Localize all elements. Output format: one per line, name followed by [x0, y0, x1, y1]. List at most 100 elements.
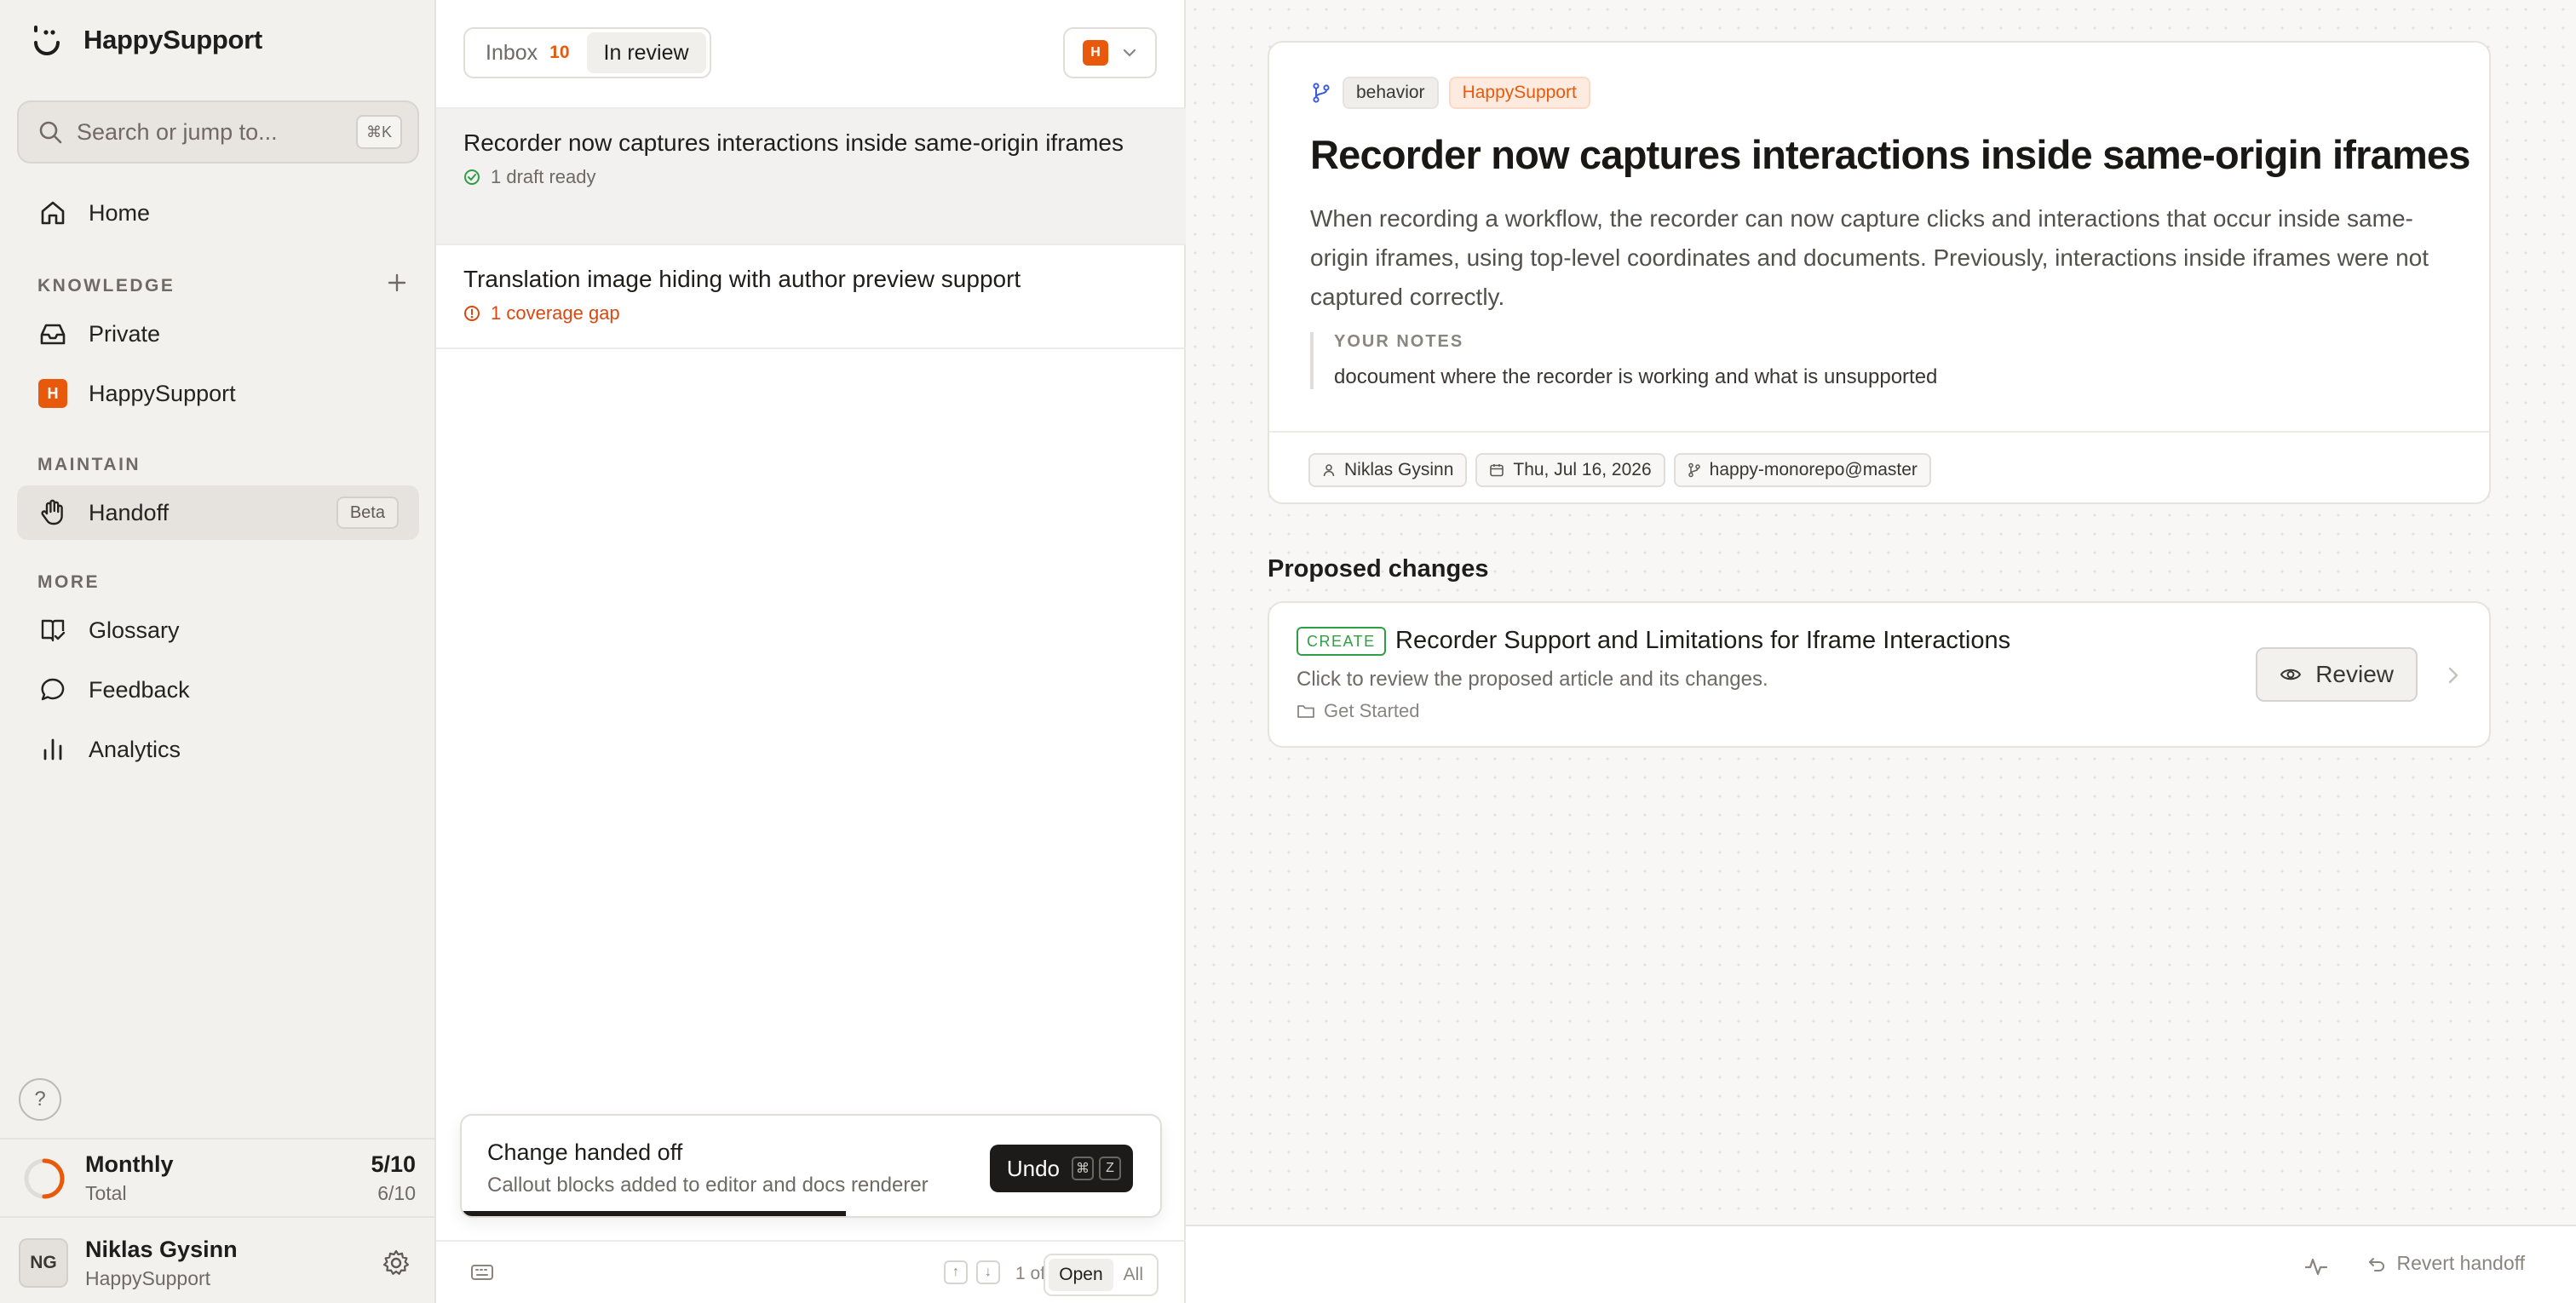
- list-item-title: Recorder now captures interactions insid…: [463, 129, 1124, 156]
- usage-title: Monthly: [85, 1151, 174, 1177]
- section-label-maintain: MAINTAIN: [37, 455, 141, 474]
- sidebar-item-glossary[interactable]: Glossary: [17, 603, 419, 657]
- sidebar-item-private[interactable]: Private: [17, 307, 419, 361]
- handoff-toast: Change handed off Callout blocks added t…: [460, 1114, 1162, 1218]
- sidebar-item-label: Home: [89, 199, 151, 226]
- git-branch-icon: [1688, 462, 1700, 478]
- detail-pane: behavior HappySupport Recorder now captu…: [1186, 0, 2576, 1303]
- detail-footer: Revert handoff: [1186, 1225, 2576, 1303]
- sidebar-item-label: Glossary: [89, 617, 180, 643]
- home-icon: [37, 198, 68, 228]
- usage-subtitle: Total: [85, 1182, 127, 1204]
- list-item-status: 1 draft ready: [491, 166, 596, 187]
- proposed-change-card[interactable]: CREATE Recorder Support and Limitations …: [1268, 601, 2491, 748]
- page-title: Recorder now captures interactions insid…: [1310, 132, 2470, 177]
- search-placeholder: Search or jump to...: [77, 118, 278, 145]
- section-label-knowledge: KNOWLEDGE: [37, 276, 175, 296]
- gear-icon[interactable]: [382, 1248, 411, 1277]
- scope-all[interactable]: All: [1113, 1259, 1153, 1291]
- folder-name: Get Started: [1324, 700, 1420, 721]
- bar-chart-icon: [37, 734, 68, 765]
- chevron-down-icon: [1123, 49, 1136, 57]
- list-tabs: Inbox 10 In review: [463, 27, 711, 78]
- handoff-list: Inbox 10 In review H Recorder now captur…: [436, 0, 1186, 1303]
- author-name: Niklas Gysinn: [1344, 460, 1454, 479]
- beta-badge: Beta: [336, 497, 399, 529]
- alert-circle-icon: [464, 306, 480, 321]
- space-filter-dropdown[interactable]: H: [1063, 27, 1157, 78]
- undo-button[interactable]: Undo ⌘ Z: [989, 1145, 1133, 1192]
- toast-timer-bar: [462, 1211, 846, 1216]
- list-item-title: Translation image hiding with author pre…: [463, 266, 1021, 292]
- sidebar-item-label: Feedback: [89, 676, 190, 703]
- help-button[interactable]: ?: [19, 1078, 61, 1121]
- inbox-tray-icon: [37, 319, 68, 349]
- tab-inbox[interactable]: Inbox 10: [469, 32, 587, 73]
- activity-icon[interactable]: [2303, 1254, 2329, 1279]
- section-label-more: MORE: [37, 572, 100, 592]
- user-name: Niklas Gysinn: [85, 1237, 238, 1262]
- sidebar-item-feedback[interactable]: Feedback: [17, 663, 419, 717]
- previous-item-button[interactable]: ↑: [944, 1260, 968, 1284]
- list-footer: ↑ ↓ 1 of 2 Open All: [436, 1240, 1186, 1303]
- sidebar-item-analytics[interactable]: Analytics: [17, 722, 419, 777]
- keyboard-icon[interactable]: [470, 1262, 494, 1283]
- next-item-button[interactable]: ↓: [976, 1260, 1000, 1284]
- handoff-description: When recording a workflow, the recorder …: [1310, 205, 2429, 310]
- list-item-status: 1 coverage gap: [491, 302, 620, 324]
- sidebar-item-handoff[interactable]: Handoff Beta: [17, 485, 419, 540]
- search-shortcut: ⌘K: [355, 115, 402, 149]
- usage-value: 5/10: [371, 1151, 416, 1177]
- author-chip: Niklas Gysinn: [1308, 453, 1468, 487]
- tag-list: behavior HappySupport: [1310, 77, 1590, 109]
- usage-meter[interactable]: Monthly Total 5/10 6/10: [0, 1138, 436, 1216]
- divider: [1269, 431, 2489, 433]
- sidebar-item-home[interactable]: Home: [17, 186, 419, 240]
- revert-label: Revert handoff: [2396, 1252, 2525, 1274]
- change-title: Recorder Support and Limitations for Ifr…: [1395, 627, 2011, 654]
- scope-toggle: Open All: [1044, 1254, 1159, 1296]
- date-text: Thu, Jul 16, 2026: [1513, 460, 1652, 479]
- smile-logo-icon: [34, 26, 60, 55]
- list-item[interactable]: Recorder now captures interactions insid…: [436, 109, 1186, 245]
- tab-label: Inbox: [486, 40, 538, 65]
- sidebar-item-label: Handoff: [89, 499, 170, 525]
- toast-subtitle: Callout blocks added to editor and docs …: [487, 1174, 929, 1197]
- sidebar: HappySupport Search or jump to... ⌘K Hom…: [0, 0, 436, 1303]
- review-button[interactable]: Review: [2256, 647, 2418, 702]
- tab-in-review[interactable]: In review: [586, 32, 706, 73]
- usage-ring-icon: [24, 1158, 65, 1199]
- sidebar-item-label: Analytics: [89, 736, 181, 762]
- change-path: Get Started: [1297, 700, 1420, 722]
- list-item[interactable]: Translation image hiding with author pre…: [436, 245, 1186, 349]
- change-subtitle: Click to review the proposed article and…: [1297, 668, 1768, 691]
- chevron-right-icon[interactable]: [2443, 663, 2464, 688]
- check-circle-icon: [464, 169, 480, 185]
- shortcut-key: ⌘: [1072, 1157, 1094, 1180]
- book-check-icon: [37, 615, 68, 646]
- toast-timer-track: [462, 1211, 1160, 1216]
- user-icon: [1323, 464, 1335, 477]
- plus-icon[interactable]: [385, 271, 409, 295]
- branch-chip: happy-monorepo@master: [1673, 453, 1931, 487]
- undo-arrow-icon: [2368, 1257, 2384, 1271]
- h-badge-icon: H: [1083, 40, 1108, 66]
- hand-icon: [37, 497, 68, 528]
- calendar-icon: [1490, 464, 1504, 477]
- scope-open[interactable]: Open: [1049, 1259, 1113, 1291]
- user-profile[interactable]: NG Niklas Gysinn HappySupport: [0, 1216, 436, 1303]
- review-label: Review: [2315, 661, 2394, 687]
- sidebar-item-label: Private: [89, 320, 161, 347]
- avatar: NG: [19, 1238, 68, 1288]
- search-icon: [39, 121, 62, 144]
- app-name: HappySupport: [83, 25, 262, 55]
- sidebar-item-happysupport[interactable]: H HappySupport: [17, 366, 419, 421]
- metadata-chips: Niklas Gysinn Thu, Jul 16, 2026 happy-mo…: [1308, 453, 1931, 487]
- date-chip: Thu, Jul 16, 2026: [1475, 453, 1665, 487]
- revert-handoff-button[interactable]: Revert handoff: [2366, 1252, 2525, 1275]
- brand[interactable]: HappySupport: [29, 22, 262, 58]
- branch-name: happy-monorepo@master: [1709, 460, 1918, 479]
- search-input[interactable]: Search or jump to... ⌘K: [17, 100, 419, 164]
- folder-icon: [1297, 705, 1314, 718]
- create-badge: CREATE: [1297, 627, 1386, 656]
